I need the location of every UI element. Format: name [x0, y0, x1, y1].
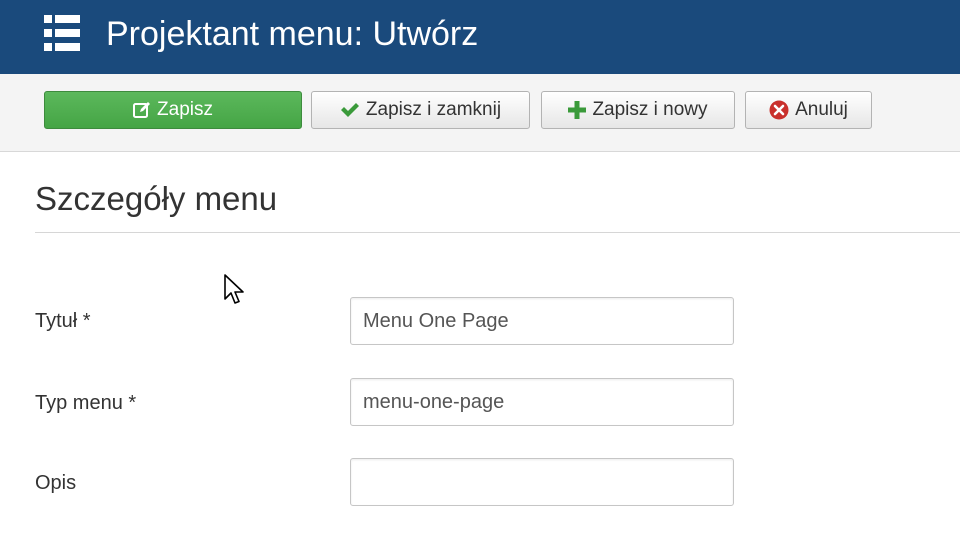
toolbar: Zapisz Zapisz i zamknij Zapisz i nowy An…: [0, 74, 960, 152]
cancel-circle-icon: [769, 100, 789, 120]
menu-type-label: Typ menu *: [35, 392, 137, 414]
save-and-new-button[interactable]: Zapisz i nowy: [541, 91, 735, 129]
plus-icon: [568, 101, 587, 119]
cancel-button[interactable]: Anuluj: [745, 91, 872, 129]
page-title: Projektant menu: Utwórz: [106, 15, 479, 53]
menu-type-input[interactable]: [350, 378, 734, 426]
description-input[interactable]: [350, 458, 734, 506]
description-label: Opis: [35, 472, 77, 494]
mouse-cursor-icon: [224, 274, 244, 304]
save-and-close-label: Zapisz i zamknij: [365, 99, 502, 120]
list-menu-icon: [44, 15, 80, 51]
save-and-new-label: Zapisz i nowy: [592, 99, 708, 120]
title-input[interactable]: [350, 297, 734, 345]
cancel-button-label: Anuluj: [795, 99, 848, 120]
edit-icon: [133, 101, 151, 119]
title-label: Tytuł *: [35, 310, 91, 332]
check-icon: [340, 101, 360, 119]
save-and-close-button[interactable]: Zapisz i zamknij: [311, 91, 530, 129]
page-header: Projektant menu: Utwórz: [0, 0, 960, 74]
section-divider: [35, 232, 960, 233]
save-button[interactable]: Zapisz: [44, 91, 302, 129]
section-title: Szczegóły menu: [35, 180, 278, 217]
save-button-label: Zapisz: [157, 99, 213, 120]
